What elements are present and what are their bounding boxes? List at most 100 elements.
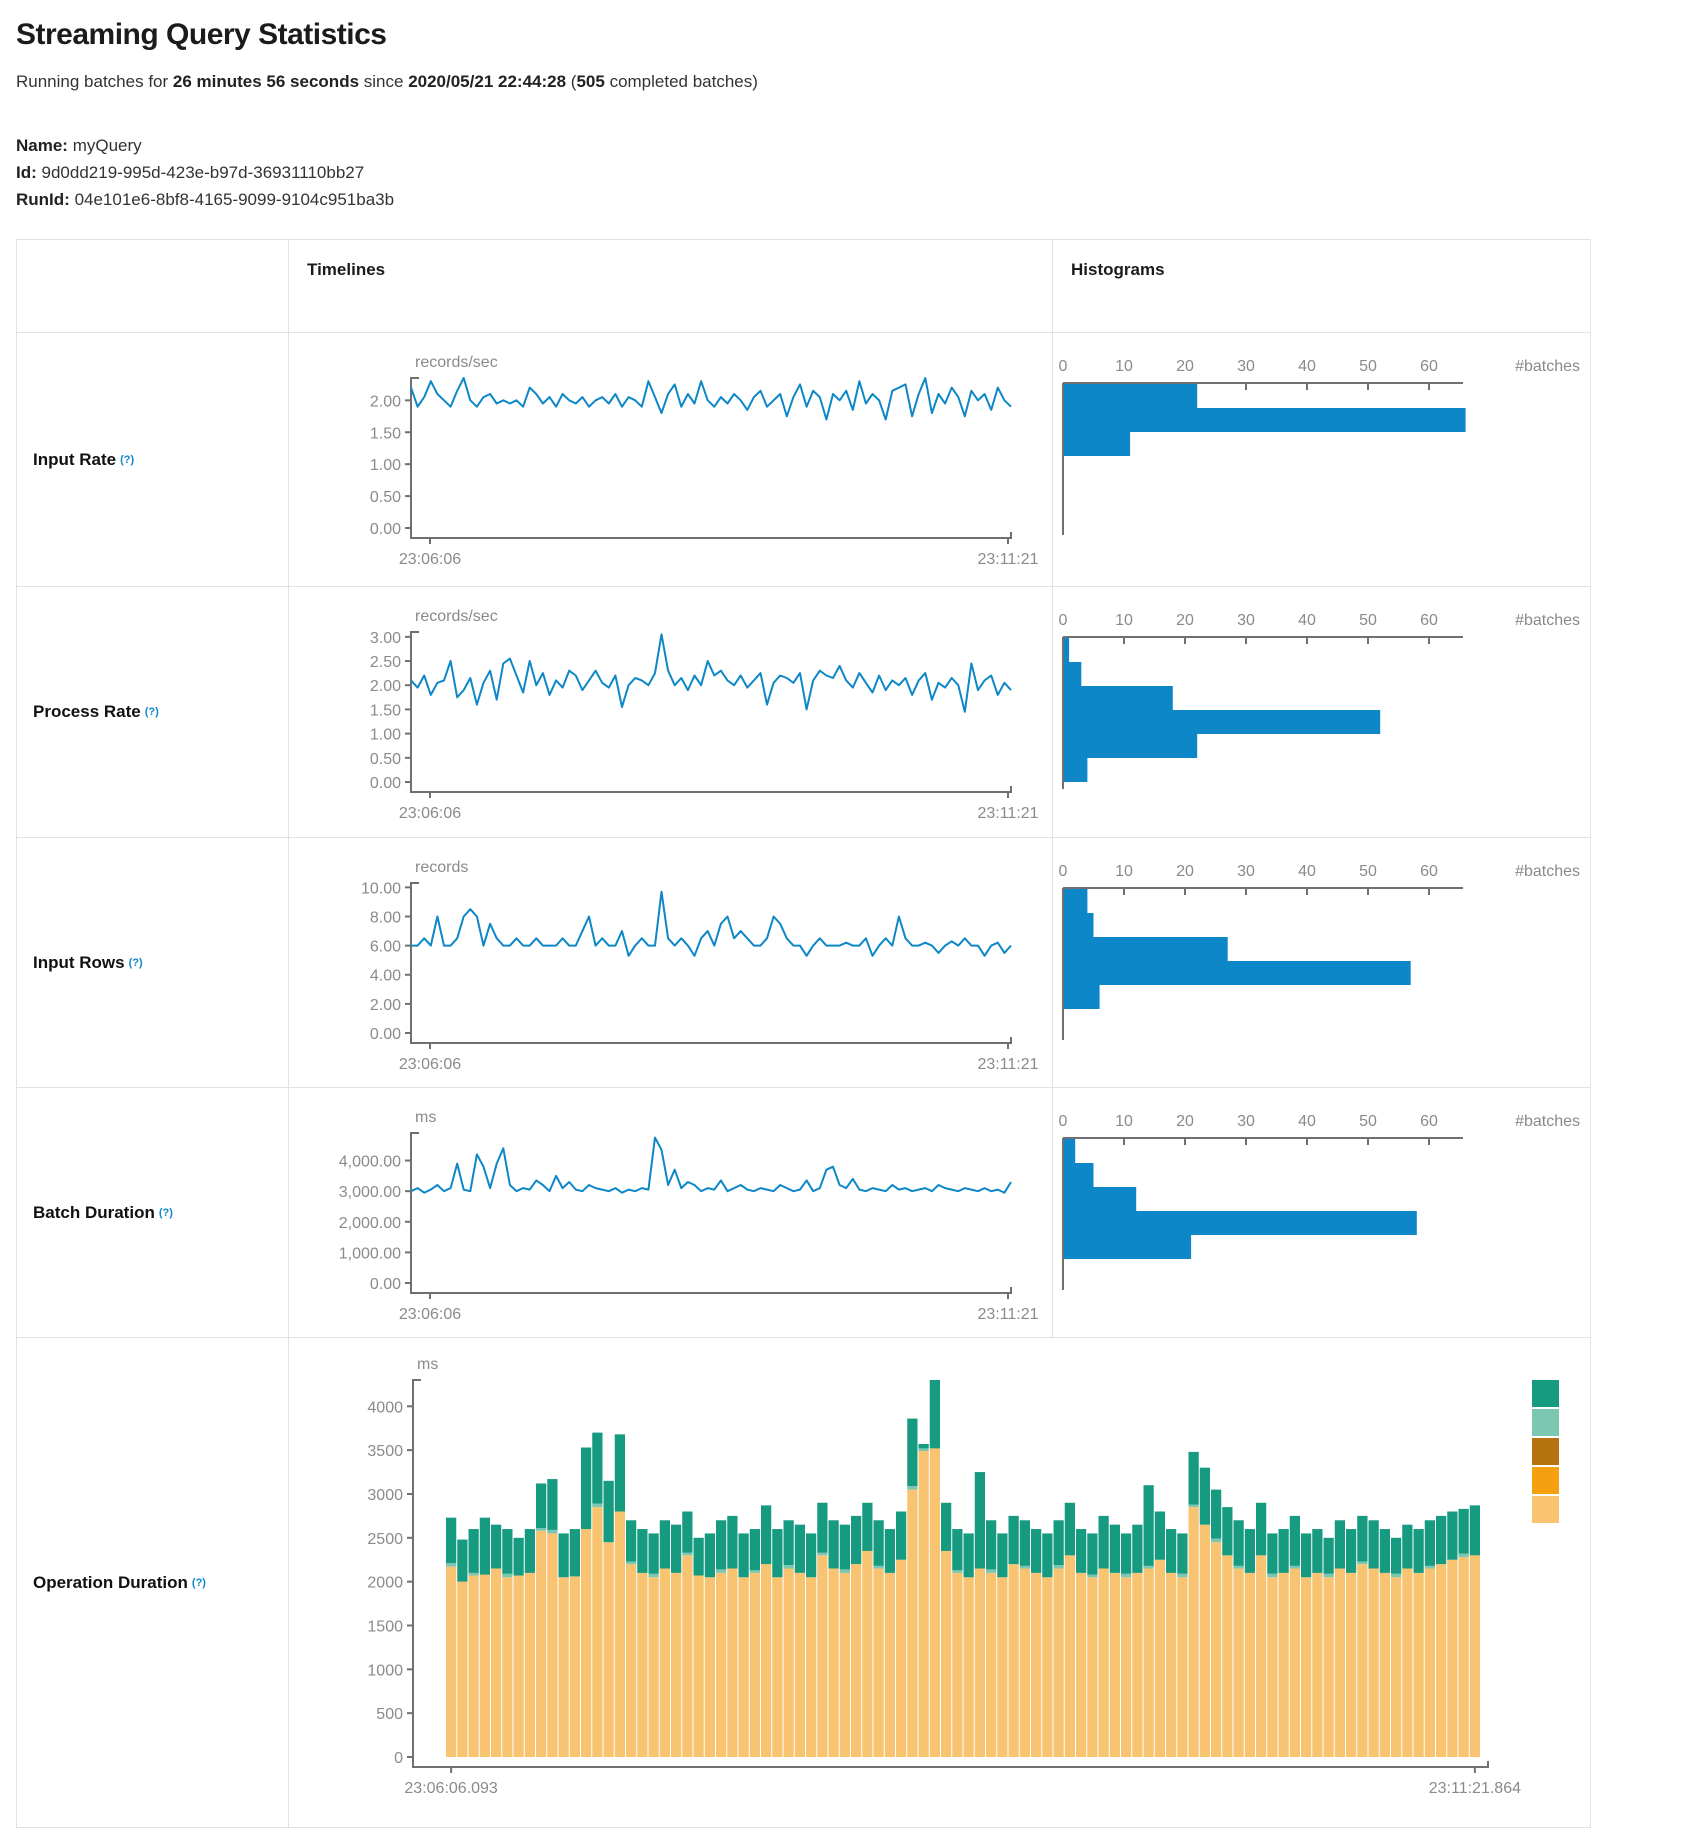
query-id-value: 9d0dd219-995d-423e-b97d-36931110bb27 xyxy=(42,163,365,182)
name-label: Name: xyxy=(16,136,68,155)
timelines-header: Timelines xyxy=(289,240,1053,333)
svg-text:2000: 2000 xyxy=(367,1575,403,1592)
svg-text:50: 50 xyxy=(1359,863,1377,880)
input-rows-help-icon[interactable]: (?) xyxy=(129,957,143,969)
input-rate-help-icon[interactable]: (?) xyxy=(120,454,134,466)
runid-label: RunId: xyxy=(16,190,70,209)
input-rows-histogram-cell: 0102030405060#batches xyxy=(1053,838,1590,1088)
legend-swatch xyxy=(1532,1496,1559,1523)
svg-text:0.00: 0.00 xyxy=(370,521,401,538)
page-title: Streaming Query Statistics xyxy=(16,18,1693,52)
svg-text:4,000.00: 4,000.00 xyxy=(339,1154,401,1171)
operation-duration-help-icon[interactable]: (?) xyxy=(192,1577,206,1589)
batch-duration-help-icon[interactable]: (?) xyxy=(159,1207,173,1219)
svg-text:records/sec: records/sec xyxy=(415,608,498,625)
svg-text:3000: 3000 xyxy=(367,1487,403,1504)
svg-text:40: 40 xyxy=(1298,612,1316,629)
svg-text:20: 20 xyxy=(1176,612,1194,629)
svg-text:1,000.00: 1,000.00 xyxy=(339,1245,401,1262)
subtitle-prefix: Running batches for xyxy=(16,72,168,91)
row-label-input-rows: Input Rows (?) xyxy=(17,838,289,1088)
svg-text:0.50: 0.50 xyxy=(370,751,401,768)
batch-duration-timeline-chart: ms4,000.003,000.002,000.001,000.000.0023… xyxy=(289,1088,1051,1336)
svg-text:0: 0 xyxy=(1059,612,1068,629)
svg-text:2.00: 2.00 xyxy=(370,997,401,1014)
svg-text:1.50: 1.50 xyxy=(370,425,401,442)
row-label-process-rate: Process Rate (?) xyxy=(17,587,289,838)
subtitle-suffix: completed batches) xyxy=(610,72,758,91)
input-rate-histogram-cell: 0102030405060#batches xyxy=(1053,333,1590,587)
operation-duration-stacked-chart: ms4000350030002500200015001000500023:06:… xyxy=(289,1338,1588,1826)
svg-text:4000: 4000 xyxy=(367,1399,403,1416)
svg-text:10: 10 xyxy=(1115,358,1133,375)
query-runid-value: 04e101e6-8bf8-4165-9099-9104c951ba3b xyxy=(75,190,395,209)
input-rate-histogram-chart: 0102030405060#batches xyxy=(1053,333,1588,585)
input-rate-timeline-cell: records/sec2.001.501.000.500.0023:06:062… xyxy=(289,333,1053,587)
svg-text:3.00: 3.00 xyxy=(370,630,401,647)
process-rate-label: Process Rate xyxy=(33,702,141,722)
svg-text:2500: 2500 xyxy=(367,1531,403,1548)
svg-text:ms: ms xyxy=(417,1356,438,1373)
process-rate-histogram-cell: 0102030405060#batches xyxy=(1053,587,1590,838)
svg-text:0.00: 0.00 xyxy=(370,1276,401,1293)
query-id-row: Id: 9d0dd219-995d-423e-b97d-36931110bb27 xyxy=(16,159,1693,186)
svg-text:ms: ms xyxy=(415,1109,436,1126)
svg-text:4.00: 4.00 xyxy=(370,968,401,985)
svg-text:3500: 3500 xyxy=(367,1443,403,1460)
svg-text:#batches: #batches xyxy=(1515,358,1580,375)
svg-text:1.00: 1.00 xyxy=(370,727,401,744)
svg-text:30: 30 xyxy=(1237,612,1255,629)
svg-text:10.00: 10.00 xyxy=(361,880,401,897)
svg-text:40: 40 xyxy=(1298,863,1316,880)
svg-text:23:11:21.864: 23:11:21.864 xyxy=(1429,1780,1521,1797)
process-rate-timeline-cell: records/sec3.002.502.001.501.000.500.002… xyxy=(289,587,1053,838)
input-rows-histogram-chart: 0102030405060#batches xyxy=(1053,838,1588,1086)
svg-text:0.00: 0.00 xyxy=(370,775,401,792)
header-empty-cell xyxy=(17,240,289,333)
id-label: Id: xyxy=(16,163,37,182)
batch-duration-histogram-cell: 0102030405060#batches xyxy=(1053,1088,1590,1338)
svg-text:40: 40 xyxy=(1298,1113,1316,1130)
svg-text:20: 20 xyxy=(1176,1113,1194,1130)
svg-text:20: 20 xyxy=(1176,863,1194,880)
input-rate-label: Input Rate xyxy=(33,450,116,470)
svg-text:60: 60 xyxy=(1420,358,1438,375)
svg-text:23:11:21: 23:11:21 xyxy=(977,805,1038,822)
svg-text:50: 50 xyxy=(1359,612,1377,629)
input-rows-label: Input Rows xyxy=(33,953,125,973)
input-rows-timeline-chart: records10.008.006.004.002.000.0023:06:06… xyxy=(289,838,1051,1086)
query-runid-row: RunId: 04e101e6-8bf8-4165-9099-9104c951b… xyxy=(16,186,1693,213)
svg-text:60: 60 xyxy=(1420,863,1438,880)
svg-text:30: 30 xyxy=(1237,863,1255,880)
legend-swatch xyxy=(1532,1409,1559,1436)
process-rate-histogram-chart: 0102030405060#batches xyxy=(1053,587,1588,836)
svg-text:1500: 1500 xyxy=(367,1618,403,1635)
svg-text:0.00: 0.00 xyxy=(370,1026,401,1043)
svg-text:8.00: 8.00 xyxy=(370,909,401,926)
svg-text:2.00: 2.00 xyxy=(370,393,401,410)
row-label-input-rate: Input Rate (?) xyxy=(17,333,289,587)
svg-text:2.50: 2.50 xyxy=(370,654,401,671)
svg-text:23:06:06: 23:06:06 xyxy=(399,805,461,822)
process-rate-help-icon[interactable]: (?) xyxy=(145,706,159,718)
operation-duration-chart-cell: ms4000350030002500200015001000500023:06:… xyxy=(289,1338,1590,1827)
query-meta: Name: myQuery Id: 9d0dd219-995d-423e-b97… xyxy=(16,132,1693,213)
svg-text:50: 50 xyxy=(1359,358,1377,375)
svg-text:0: 0 xyxy=(394,1750,403,1767)
svg-text:6.00: 6.00 xyxy=(370,939,401,956)
input-rate-timeline-chart: records/sec2.001.501.000.500.0023:06:062… xyxy=(289,333,1051,585)
svg-text:500: 500 xyxy=(376,1706,403,1723)
svg-text:23:06:06: 23:06:06 xyxy=(399,1056,461,1073)
svg-text:50: 50 xyxy=(1359,1113,1377,1130)
process-rate-timeline-chart: records/sec3.002.502.001.501.000.500.002… xyxy=(289,587,1051,836)
svg-text:23:11:21: 23:11:21 xyxy=(977,1056,1038,1073)
svg-text:60: 60 xyxy=(1420,612,1438,629)
svg-text:10: 10 xyxy=(1115,612,1133,629)
svg-text:60: 60 xyxy=(1420,1113,1438,1130)
svg-text:0: 0 xyxy=(1059,358,1068,375)
completed-batch-count: 505 xyxy=(576,72,604,91)
svg-text:10: 10 xyxy=(1115,1113,1133,1130)
input-rows-timeline-cell: records10.008.006.004.002.000.0023:06:06… xyxy=(289,838,1053,1088)
svg-text:23:06:06: 23:06:06 xyxy=(399,1306,461,1323)
svg-text:23:06:06.093: 23:06:06.093 xyxy=(404,1780,498,1797)
